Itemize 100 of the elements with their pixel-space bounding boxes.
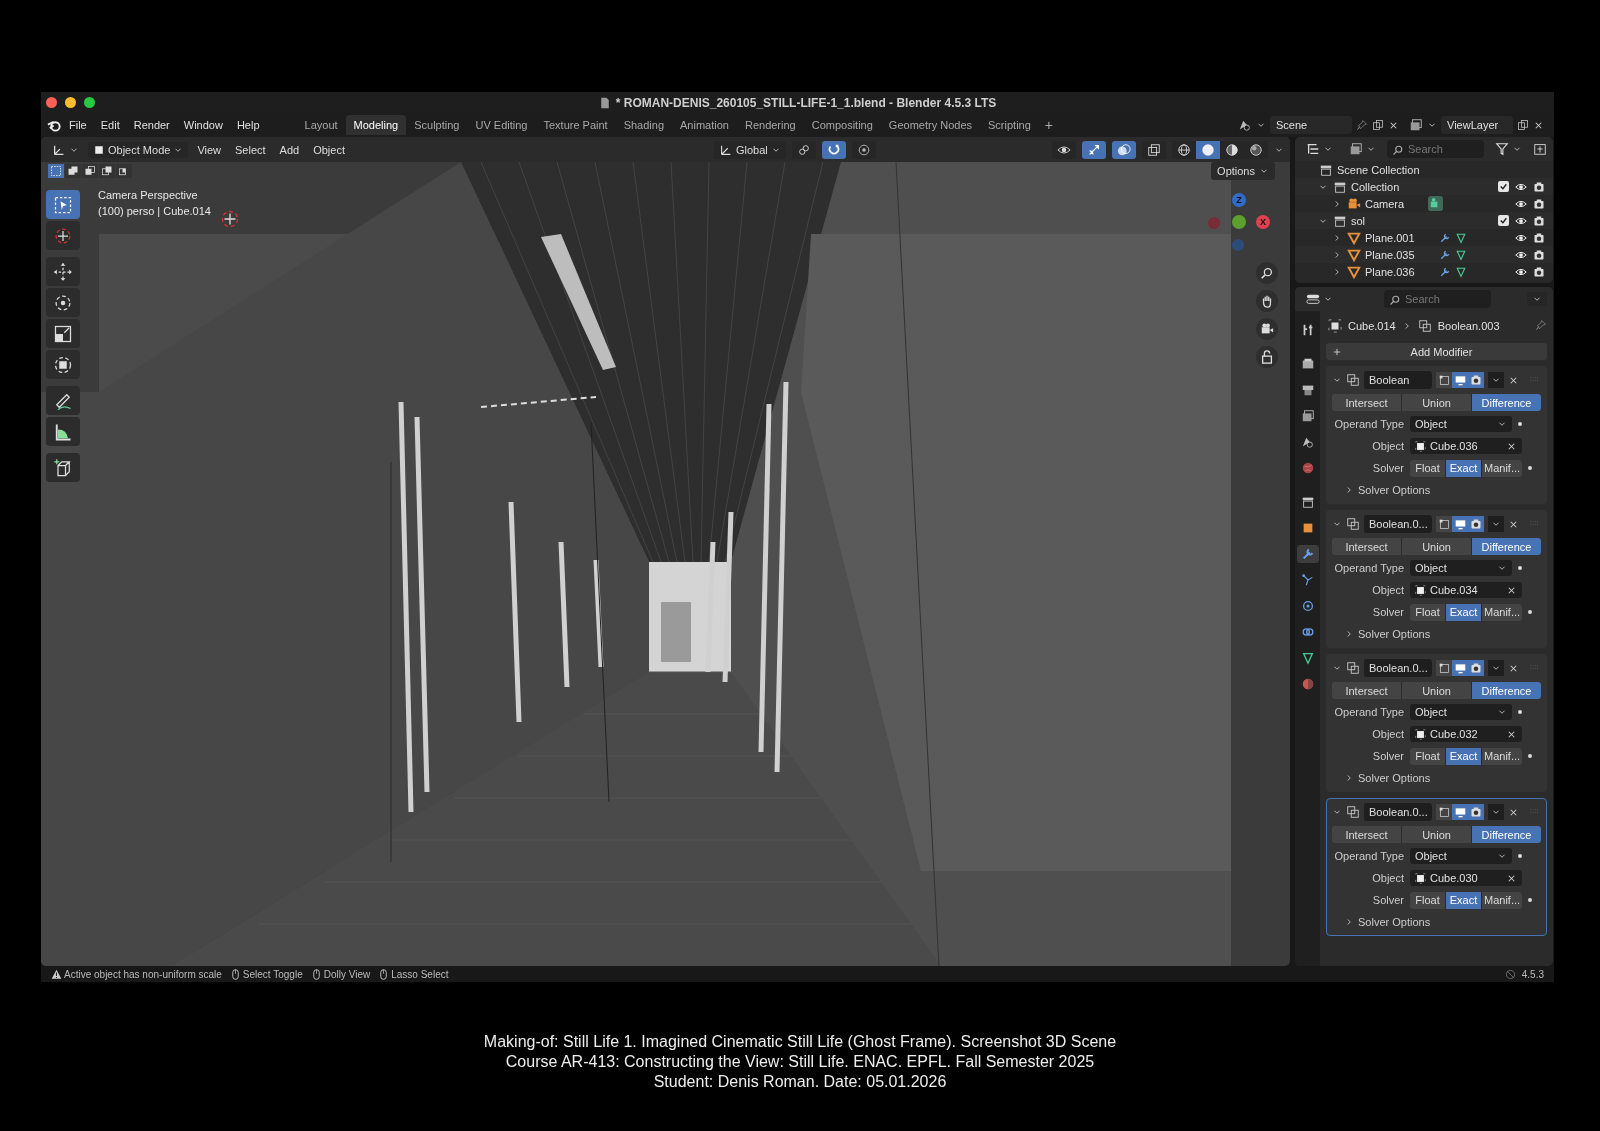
solver-option[interactable]: Exact (1446, 747, 1482, 765)
keyframe-dot[interactable] (1528, 898, 1532, 902)
viewport-toggle[interactable] (1452, 804, 1468, 820)
negative-z-handle[interactable] (1232, 239, 1244, 251)
operand-type-dropdown[interactable]: Object (1410, 560, 1512, 576)
zoom-button[interactable] (1256, 262, 1278, 284)
menu-item[interactable]: File (62, 117, 94, 133)
edit-mode-toggle[interactable] (1436, 372, 1452, 388)
solver-option[interactable]: Exact (1446, 603, 1482, 621)
workspace-tab[interactable]: Compositing (803, 115, 881, 135)
add-cube-tool-button[interactable] (46, 453, 80, 482)
operation-option[interactable]: Difference (1472, 394, 1541, 411)
menu-item[interactable]: Add (274, 141, 305, 158)
menu-item[interactable]: Help (229, 117, 267, 133)
modifier-name-field[interactable]: Boolean.0... (1364, 659, 1432, 677)
solver-options-subpanel[interactable]: Solver Options (1332, 913, 1541, 931)
scene-selector[interactable]: Scene (1270, 116, 1352, 134)
workspace-tab[interactable]: Rendering (736, 115, 804, 135)
object-field[interactable]: Cube.036 (1410, 438, 1522, 454)
solver-option[interactable]: Manif... (1482, 603, 1522, 621)
3d-viewport[interactable]: Object Mode View Select Add Object Global Camera Perspective (100) perso | Cube.014 Options Z X (41, 137, 1290, 966)
object-field[interactable]: Cube.034 (1410, 582, 1522, 598)
operation-option[interactable]: Intersect (1332, 538, 1402, 555)
overlay-toggle[interactable] (1112, 140, 1136, 159)
keyframe-dot[interactable] (1518, 854, 1522, 858)
shading-mode-button[interactable] (1220, 140, 1244, 159)
selection-mode-button[interactable] (116, 164, 132, 178)
render-toggle[interactable] (1468, 516, 1484, 532)
render-toggle[interactable] (1468, 804, 1484, 820)
workspace-tab[interactable]: Animation (672, 115, 737, 135)
keyframe-dot[interactable] (1528, 466, 1532, 470)
menu-item[interactable]: View (192, 141, 227, 158)
solver-option[interactable]: Exact (1446, 459, 1482, 477)
edit-mode-toggle[interactable] (1436, 516, 1452, 532)
keyframe-dot[interactable] (1518, 710, 1522, 714)
measure-tool-button[interactable] (46, 417, 80, 446)
solver-option[interactable]: Manif... (1482, 459, 1522, 477)
render-toggle[interactable] (1468, 660, 1484, 676)
operation-option[interactable]: Union (1402, 682, 1472, 699)
operation-option[interactable]: Intersect (1332, 394, 1402, 411)
viewport-toggle[interactable] (1452, 516, 1468, 532)
solver-option[interactable]: Float (1410, 891, 1446, 909)
options-dropdown[interactable]: Options (1211, 162, 1275, 180)
rotate-tool-button[interactable] (46, 288, 80, 317)
solver-options-subpanel[interactable]: Solver Options (1332, 481, 1541, 499)
selection-mode-button[interactable] (99, 164, 115, 178)
breadcrumb-item[interactable]: Cube.014 (1348, 320, 1396, 332)
minimize-window-button[interactable] (65, 97, 76, 108)
checkbox[interactable] (1498, 215, 1509, 226)
workspace-tab[interactable]: Shading (615, 115, 673, 135)
close-window-button[interactable] (46, 97, 57, 108)
workspace-tab[interactable]: Modeling (345, 115, 407, 135)
keyframe-dot[interactable] (1518, 422, 1522, 426)
view-layer-selector[interactable]: ViewLayer (1441, 116, 1513, 134)
outliner-item-label[interactable]: Collection (1351, 180, 1400, 193)
mode-dropdown[interactable]: Object Mode (88, 141, 189, 158)
properties-search-field[interactable]: Search (1384, 290, 1491, 308)
solver-option[interactable]: Float (1410, 747, 1446, 765)
snap-toggle[interactable] (821, 140, 846, 159)
add-modifier-button[interactable]: Add Modifier (1326, 343, 1547, 360)
workspace-tab[interactable]: Texture Paint (535, 115, 616, 135)
menu-item[interactable]: Edit (93, 117, 127, 133)
breadcrumb-item[interactable]: Boolean.003 (1437, 320, 1500, 332)
operation-option[interactable]: Union (1402, 394, 1472, 411)
cursor-tool-button[interactable] (46, 221, 80, 250)
workspace-tab[interactable]: Layout (296, 115, 346, 135)
object-field[interactable]: Cube.030 (1410, 870, 1522, 886)
operation-option[interactable]: Difference (1472, 538, 1541, 555)
shading-mode-button[interactable] (1244, 140, 1268, 159)
object-field[interactable]: Cube.032 (1410, 726, 1522, 742)
operand-type-dropdown[interactable]: Object (1410, 848, 1512, 864)
gizmo-toggle[interactable] (1082, 140, 1106, 159)
camera-view-button[interactable] (1256, 318, 1278, 340)
modifier-name-field[interactable]: Boolean.0... (1364, 515, 1432, 533)
lock-button[interactable] (1256, 346, 1278, 368)
outliner-search-field[interactable]: Search (1387, 140, 1484, 158)
solver-option[interactable]: Manif... (1482, 891, 1522, 909)
menu-item[interactable]: Select (230, 141, 271, 158)
workspace-tab[interactable]: Scripting (980, 115, 1039, 135)
outliner-item-label[interactable]: Camera (1365, 197, 1405, 210)
outliner-item-label[interactable]: Plane.036 (1365, 265, 1415, 278)
checkbox[interactable] (1498, 181, 1509, 192)
pan-button[interactable] (1256, 290, 1278, 312)
operand-type-dropdown[interactable]: Object (1410, 704, 1512, 720)
y-axis-handle[interactable] (1232, 215, 1246, 229)
solver-option[interactable]: Manif... (1482, 747, 1522, 765)
annotate-tool-button[interactable] (46, 386, 80, 415)
menu-item[interactable]: Render (126, 117, 177, 133)
orientation-dropdown[interactable]: Global (714, 140, 786, 159)
solver-options-subpanel[interactable]: Solver Options (1332, 769, 1541, 787)
xray-toggle[interactable] (1142, 140, 1166, 159)
operation-option[interactable]: Intersect (1332, 826, 1402, 843)
shading-mode-button[interactable] (1172, 140, 1196, 159)
add-workspace-button[interactable]: + (1038, 116, 1059, 134)
shading-mode-button[interactable] (1196, 140, 1220, 159)
menu-item[interactable]: Object (308, 141, 350, 158)
edit-mode-toggle[interactable] (1436, 804, 1452, 820)
operation-option[interactable]: Union (1402, 826, 1472, 843)
selection-mode-button[interactable] (82, 164, 98, 178)
scale-tool-button[interactable] (46, 319, 80, 348)
